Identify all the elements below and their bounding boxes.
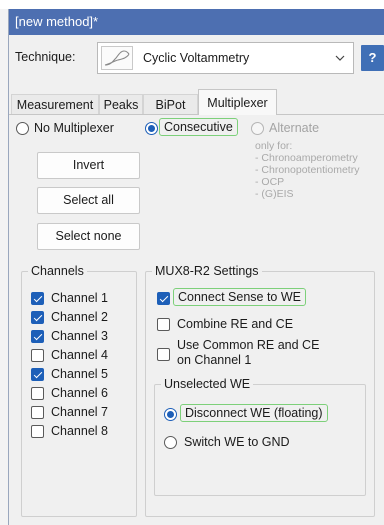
radio-no-multiplexer[interactable]: [16, 122, 29, 135]
channel-5-checkbox[interactable]: [31, 368, 44, 381]
help-button[interactable]: ?: [361, 45, 384, 71]
connect-sense-checkbox[interactable]: [157, 292, 170, 305]
channel-8-checkbox[interactable]: [31, 425, 44, 438]
alternate-note-line: - Chronoamperometry: [255, 152, 358, 164]
radio-switch-we-gnd[interactable]: [164, 436, 177, 449]
radio-disconnect-we[interactable]: [164, 408, 177, 421]
channel-4-label[interactable]: Channel 4: [51, 348, 108, 362]
channel-1-checkbox[interactable]: [31, 292, 44, 305]
alternate-note-line: only for:: [255, 140, 293, 152]
channel-1-label[interactable]: Channel 1: [51, 291, 108, 305]
radio-alternate: [251, 122, 264, 135]
top-strip: [0, 0, 384, 9]
radio-disconnect-we-label[interactable]: Disconnect WE (floating): [180, 404, 328, 422]
tab-peaks[interactable]: Peaks: [99, 94, 143, 114]
tab-bipot[interactable]: BiPot: [143, 94, 198, 114]
window-title: [new method]*: [9, 9, 384, 35]
radio-alternate-label: Alternate: [269, 121, 320, 135]
channel-2-checkbox[interactable]: [31, 311, 44, 324]
technique-selected-value: Cyclic Voltammetry: [143, 51, 250, 65]
common-re-ce-label-line2[interactable]: on Channel 1: [177, 353, 251, 367]
alternate-note-line: - Chronopotentiometry: [255, 164, 360, 176]
alternate-note-line: - OCP: [255, 176, 285, 188]
channel-6-label[interactable]: Channel 6: [51, 386, 108, 400]
select-all-button[interactable]: Select all: [37, 187, 140, 214]
common-re-ce-label-line1[interactable]: Use Common RE and CE: [177, 338, 319, 352]
technique-label: Technique:: [15, 50, 76, 64]
radio-consecutive-label[interactable]: Consecutive: [159, 118, 238, 136]
cyclic-voltammetry-icon: [101, 46, 133, 70]
method-editor-window: [new method]* Technique: Cyclic Voltamme…: [8, 9, 384, 525]
invert-button[interactable]: Invert: [37, 152, 140, 179]
channel-5-label[interactable]: Channel 5: [51, 367, 108, 381]
technique-dropdown[interactable]: Cyclic Voltammetry: [97, 42, 354, 74]
channel-3-checkbox[interactable]: [31, 330, 44, 343]
select-none-button[interactable]: Select none: [37, 223, 140, 250]
chevron-down-icon: [335, 55, 345, 61]
channels-group-title: Channels: [28, 264, 87, 278]
channel-3-label[interactable]: Channel 3: [51, 329, 108, 343]
alternate-note-line: - (G)EIS: [255, 188, 294, 200]
radio-switch-we-gnd-label[interactable]: Switch WE to GND: [184, 435, 290, 449]
channel-8-label[interactable]: Channel 8: [51, 424, 108, 438]
common-re-ce-checkbox[interactable]: [157, 348, 170, 361]
mux-settings-group-title: MUX8-R2 Settings: [152, 264, 262, 278]
radio-no-multiplexer-label[interactable]: No Multiplexer: [34, 121, 114, 135]
channel-7-label[interactable]: Channel 7: [51, 405, 108, 419]
channel-2-label[interactable]: Channel 2: [51, 310, 108, 324]
tab-multiplexer[interactable]: Multiplexer: [198, 89, 277, 115]
combine-re-ce-label[interactable]: Combine RE and CE: [177, 317, 293, 331]
channel-7-checkbox[interactable]: [31, 406, 44, 419]
unselected-we-group-title: Unselected WE: [161, 377, 254, 391]
connect-sense-label[interactable]: Connect Sense to WE: [173, 288, 306, 306]
radio-consecutive[interactable]: [145, 122, 158, 135]
channel-4-checkbox[interactable]: [31, 349, 44, 362]
combine-re-ce-checkbox[interactable]: [157, 318, 170, 331]
channel-6-checkbox[interactable]: [31, 387, 44, 400]
tab-measurement[interactable]: Measurement: [11, 94, 99, 114]
